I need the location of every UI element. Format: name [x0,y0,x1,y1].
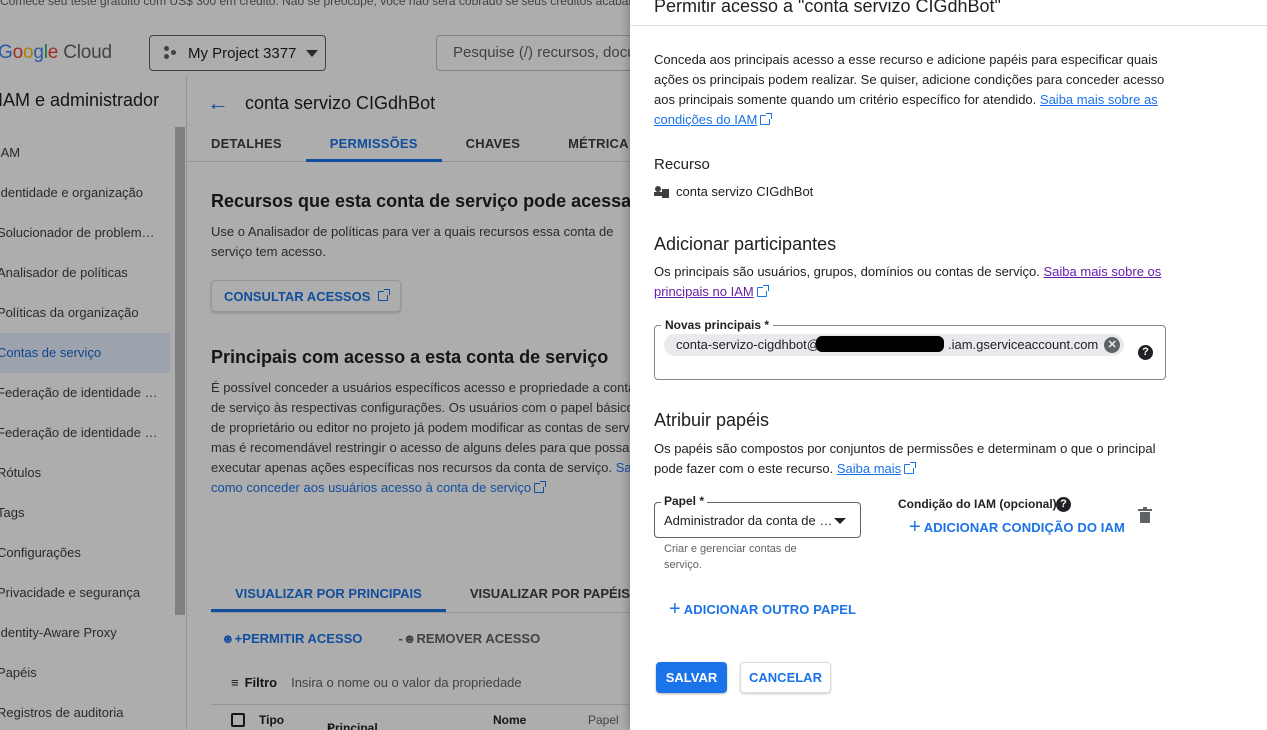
role-select[interactable]: Papel * Administrador da conta de … [654,494,861,538]
redaction-mark [816,336,944,352]
add-iam-condition-label: ADICIONAR CONDIÇÃO DO IAM [923,519,1125,535]
new-principals-label: Novas principais * [661,318,774,332]
role-hint: Criar e gerenciar contas de serviço. [664,543,797,571]
grant-access-panel: Permitir acesso a "conta servizo CIGdhBo… [630,0,1267,730]
plus-icon: + [669,598,681,620]
add-another-role-button[interactable]: + ADICIONAR OUTRO PAPEL [669,598,857,620]
plus-icon: + [909,516,921,538]
add-principals-desc: Os principais são usuários, grupos, domí… [654,264,1040,279]
add-principals-heading: Adicionar participantes [654,234,837,254]
service-account-icon [654,185,670,199]
add-principals-text: Os principais são usuários, grupos, domí… [654,262,1174,302]
help-icon[interactable]: ? [1056,497,1071,512]
external-link-icon [760,113,773,125]
external-link-icon [904,462,917,474]
add-iam-condition-button[interactable]: + ADICIONAR CONDIÇÃO DO IAM [909,516,1125,538]
save-button[interactable]: SALVAR [656,662,727,693]
delete-role-icon[interactable] [1138,507,1152,523]
help-icon[interactable]: ? [1138,345,1153,360]
chip-email-suffix: .iam.gserviceaccount.com [947,337,1099,352]
remove-chip-icon[interactable]: ✕ [1104,337,1121,353]
resource-row: conta servizo CIGdhBot [654,184,813,199]
resource-name: conta servizo CIGdhBot [676,184,814,199]
principal-chip[interactable]: conta-servizo-cigdhbot@ .iam.gserviceacco… [664,334,1125,356]
modal-scrim[interactable] [0,0,630,730]
iam-condition-label: Condição do IAM (opcional) [898,497,1057,511]
assign-roles-text: Os papéis são compostos por conjuntos de… [654,439,1174,479]
panel-intro: Conceda aos principais acesso a esse rec… [654,50,1174,130]
assign-roles-heading: Atribuir papéis [654,410,770,430]
panel-title: Permitir acesso a "conta servizo CIGdhBo… [654,0,1001,16]
role-value: Administrador da conta de … [664,513,832,528]
panel-divider [630,25,1267,26]
role-label: Papel * [661,494,708,508]
resource-heading: Recurso [654,156,710,173]
new-principals-field[interactable]: Novas principais * conta-servizo-cigdhbo… [654,318,1166,380]
chip-email-prefix: conta-servizo-cigdhbot@ [676,337,820,352]
cancel-button[interactable]: CANCELAR [740,662,831,693]
caret-down-icon [834,518,846,524]
add-another-role-label: ADICIONAR OUTRO PAPEL [683,601,857,617]
external-link-icon [756,285,769,297]
roles-learn-more-link[interactable]: Saiba mais [837,461,901,476]
